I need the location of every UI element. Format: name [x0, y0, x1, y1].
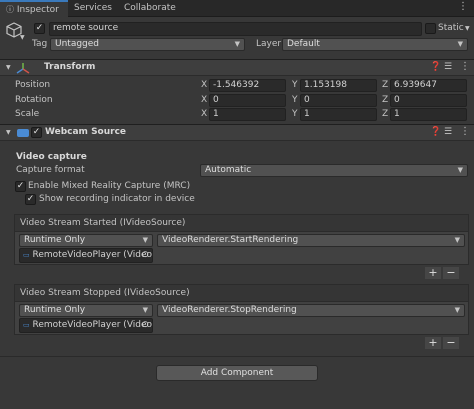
layer-label: Layer — [256, 39, 282, 49]
row-label: Position — [15, 80, 51, 90]
more-options-icon[interactable]: ⋮ — [458, 1, 468, 12]
mrc-checkbox[interactable]: ✓ — [15, 181, 26, 192]
rotation-x-input[interactable]: 0 — [209, 94, 286, 107]
caret-icon: ▼ — [234, 40, 240, 48]
tab-inspector[interactable]: ⓘ Inspector — [0, 0, 68, 17]
remove-listener-button[interactable]: − — [443, 267, 459, 279]
script-icon: ▭ — [23, 321, 30, 329]
target-object-field[interactable]: ▭ RemoteVideoPlayer (Video ⊙ — [19, 248, 153, 263]
object-picker-icon[interactable]: ⊙ — [141, 249, 149, 262]
layer-dropdown[interactable]: Default ▼ — [282, 38, 468, 51]
scale-x-input[interactable]: 1 — [209, 108, 286, 121]
webcam-enabled-checkbox[interactable]: ✓ — [31, 127, 42, 138]
rotation-z-input[interactable]: 0 — [390, 94, 467, 107]
more-options-icon[interactable]: ⋮ — [460, 61, 470, 72]
tag-dropdown[interactable]: Untagged ▼ — [50, 38, 245, 51]
script-icon: ▭ — [23, 251, 30, 259]
recording-indicator-label: Show recording indicator in device — [39, 194, 195, 204]
video-stream-stopped-event: Video Stream Stopped (IVideoSource) Runt… — [14, 284, 469, 335]
tab-bar: ⓘ Inspector Services Collaborate ⋮ — [0, 0, 474, 17]
transform-icon — [16, 62, 30, 74]
webcam-title: Webcam Source — [45, 127, 127, 137]
static-checkbox[interactable] — [425, 23, 436, 34]
runtime-mode-dropdown[interactable]: Runtime Only ▼ — [19, 234, 153, 247]
caret-icon: ▼ — [457, 166, 463, 174]
scale-z-input[interactable]: 1 — [390, 108, 467, 121]
axis-z-label[interactable]: Z — [382, 94, 388, 107]
recording-indicator-checkbox[interactable]: ✓ — [25, 194, 36, 205]
video-stream-started-event: Video Stream Started (IVideoSource) Runt… — [14, 214, 469, 265]
runtime-mode-dropdown[interactable]: Runtime Only ▼ — [19, 304, 153, 317]
caret-icon: ▼ — [454, 236, 460, 244]
static-label: Static — [438, 23, 464, 33]
axis-x-label[interactable]: X — [201, 79, 207, 92]
help-icon[interactable]: ❓ — [430, 62, 441, 72]
caret-icon: ▼ — [457, 40, 463, 48]
object-picker-icon[interactable]: ⊙ — [141, 319, 149, 332]
capture-format-label: Capture format — [16, 165, 85, 175]
more-options-icon[interactable]: ⋮ — [460, 126, 470, 137]
tab-services[interactable]: Services — [68, 0, 118, 17]
axis-x-label[interactable]: X — [201, 94, 207, 107]
add-component-button[interactable]: Add Component — [156, 365, 318, 381]
axis-y-label[interactable]: Y — [292, 94, 298, 107]
webcam-source-header[interactable]: ▼ ✓ Webcam Source ❓ ☰ ⋮ — [0, 124, 474, 141]
active-toggle[interactable]: ✓ — [34, 23, 45, 34]
position-x-input[interactable]: -1.546392 — [209, 79, 286, 92]
add-listener-button[interactable]: + — [425, 267, 441, 279]
axis-z-label[interactable]: Z — [382, 79, 388, 92]
position-y-input[interactable]: 1.153198 — [300, 79, 377, 92]
static-dropdown-icon[interactable]: ▼ — [465, 25, 470, 32]
info-icon: ⓘ — [6, 5, 14, 14]
row-label: Rotation — [15, 95, 53, 105]
axis-z-label[interactable]: Z — [382, 108, 388, 121]
add-listener-button[interactable]: + — [425, 337, 441, 349]
event-title: Video Stream Started (IVideoSource) — [15, 215, 468, 232]
preset-icon[interactable]: ☰ — [444, 62, 452, 72]
preset-icon[interactable]: ☰ — [444, 127, 452, 137]
mrc-label: Enable Mixed Reality Capture (MRC) — [28, 181, 191, 191]
remove-listener-button[interactable]: − — [443, 337, 459, 349]
tab-collaborate[interactable]: Collaborate — [118, 0, 182, 17]
tag-label: Tag — [32, 39, 48, 49]
target-object-field[interactable]: ▭ RemoteVideoPlayer (Video ⊙ — [19, 318, 153, 333]
transform-title: Transform — [44, 62, 96, 72]
caret-icon: ▼ — [142, 306, 148, 314]
divider — [0, 356, 474, 357]
rotation-y-input[interactable]: 0 — [300, 94, 377, 107]
method-dropdown[interactable]: VideoRenderer.StopRendering ▼ — [157, 304, 465, 317]
row-label: Scale — [15, 109, 40, 119]
video-capture-heading: Video capture — [16, 152, 87, 162]
caret-icon: ▼ — [454, 306, 460, 314]
event-title: Video Stream Stopped (IVideoSource) — [15, 285, 468, 302]
foldout-arrow-icon: ▼ — [6, 129, 11, 136]
caret-icon: ▼ — [142, 236, 148, 244]
script-icon — [17, 129, 29, 137]
transform-header[interactable]: ▼ Transform ❓ ☰ ⋮ — [0, 59, 474, 76]
foldout-arrow-icon: ▼ — [6, 64, 11, 71]
method-dropdown[interactable]: VideoRenderer.StartRendering ▼ — [157, 234, 465, 247]
axis-y-label[interactable]: Y — [292, 108, 298, 121]
chevron-down-icon[interactable]: ▼ — [20, 34, 25, 41]
axis-x-label[interactable]: X — [201, 108, 207, 121]
help-icon[interactable]: ❓ — [430, 127, 441, 137]
capture-format-dropdown[interactable]: Automatic ▼ — [200, 164, 468, 177]
object-name-input[interactable]: remote source — [49, 22, 422, 36]
axis-y-label[interactable]: Y — [292, 79, 298, 92]
scale-y-input[interactable]: 1 — [300, 108, 377, 121]
position-z-input[interactable]: 6.939647 — [390, 79, 467, 92]
